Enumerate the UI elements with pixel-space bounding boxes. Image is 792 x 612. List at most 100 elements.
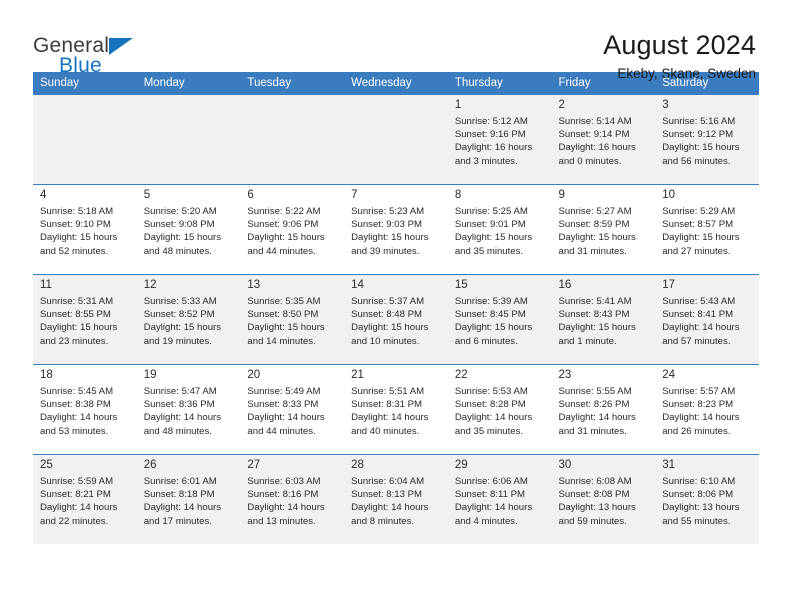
calendar-day-cell[interactable]: 17 Sunrise: 5:43 AM Sunset: 8:41 PM Dayligh… bbox=[655, 274, 759, 365]
sunset-time: Sunset: 8:43 PM bbox=[558, 309, 630, 321]
calendar-day-cell[interactable]: 19 Sunrise: 5:47 AM Sunset: 8:36 PM Dayligh… bbox=[136, 364, 241, 455]
calendar-day-cell[interactable]: 9 Sunrise: 5:27 AM Sunset: 8:59 PM Daylight… bbox=[551, 184, 656, 275]
calendar-day-cell[interactable]: 18 Sunrise: 5:45 AM Sunset: 8:38 PM Dayligh… bbox=[33, 364, 137, 455]
day-number: 25 bbox=[40, 459, 53, 471]
daylight-duration-line2: and 19 minutes. bbox=[143, 335, 212, 347]
daylight-duration-line2: and 6 minutes. bbox=[454, 335, 518, 347]
day-number: 28 bbox=[351, 459, 364, 471]
sunrise-time: Sunrise: 5:16 AM bbox=[662, 116, 736, 127]
sunrise-time: Sunrise: 5:31 AM bbox=[40, 296, 114, 307]
calendar-day-cell[interactable]: 15 Sunrise: 5:39 AM Sunset: 8:45 PM Dayligh… bbox=[447, 274, 552, 365]
sunset-time: Sunset: 9:10 PM bbox=[40, 219, 111, 231]
daylight-duration-line2: and 23 minutes. bbox=[40, 335, 109, 347]
day-details: Sunrise: 6:01 AM Sunset: 8:18 PM Daylight:… bbox=[144, 475, 235, 528]
calendar-day-cell[interactable]: 2 Sunrise: 5:14 AM Sunset: 9:14 PM Daylight… bbox=[551, 94, 656, 185]
calendar-day-cell[interactable]: 28 Sunrise: 6:04 AM Sunset: 8:13 PM Dayligh… bbox=[344, 454, 448, 544]
daylight-duration-line1: Daylight: 14 hours bbox=[454, 502, 533, 514]
sunset-time: Sunset: 8:57 PM bbox=[662, 219, 734, 231]
sunset-time: Sunset: 8:31 PM bbox=[351, 399, 423, 411]
daylight-duration-line1: Daylight: 14 hours bbox=[143, 502, 222, 514]
day-details: Sunrise: 5:16 AM Sunset: 9:12 PM Daylight:… bbox=[662, 115, 753, 168]
calendar-day-cell[interactable]: 11 Sunrise: 5:31 AM Sunset: 8:55 PM Dayligh… bbox=[33, 274, 137, 365]
calendar-cell-inner bbox=[33, 95, 137, 184]
title-block: August 2024 Ekeby, Skane, Sweden bbox=[603, 29, 759, 84]
daylight-duration-line1: Daylight: 16 hours bbox=[558, 142, 636, 154]
calendar-day-cell[interactable]: 1 Sunrise: 5:12 AM Sunset: 9:16 PM Daylight… bbox=[447, 94, 552, 185]
sunset-time: Sunset: 8:18 PM bbox=[143, 489, 215, 501]
calendar-day-cell[interactable]: 21 Sunrise: 5:51 AM Sunset: 8:31 PM Dayligh… bbox=[344, 364, 448, 455]
calendar-day-cell[interactable]: 30 Sunrise: 6:08 AM Sunset: 8:08 PM Dayligh… bbox=[551, 454, 656, 544]
calendar-day-cell[interactable]: 31 Sunrise: 6:10 AM Sunset: 8:06 PM Dayligh… bbox=[655, 454, 759, 544]
day-details: Sunrise: 5:57 AM Sunset: 8:23 PM Daylight:… bbox=[662, 385, 753, 438]
calendar-day-cell[interactable]: 8 Sunrise: 5:25 AM Sunset: 9:01 PM Daylight… bbox=[447, 184, 552, 275]
daylight-duration-line2: and 4 minutes. bbox=[454, 515, 518, 527]
calendar-day-cell[interactable]: 12 Sunrise: 5:33 AM Sunset: 8:52 PM Dayligh… bbox=[136, 274, 241, 365]
daylight-duration-line2: and 55 minutes. bbox=[662, 515, 731, 527]
daylight-duration-line2: and 10 minutes. bbox=[351, 335, 420, 347]
sunrise-time: Sunrise: 5:47 AM bbox=[143, 386, 217, 397]
calendar-day-cell[interactable]: 10 Sunrise: 5:29 AM Sunset: 8:57 PM Dayligh… bbox=[655, 184, 759, 275]
calendar-day-cell[interactable]: 24 Sunrise: 5:57 AM Sunset: 8:23 PM Dayligh… bbox=[655, 364, 759, 455]
daylight-duration-line1: Daylight: 14 hours bbox=[662, 412, 740, 424]
day-details: Sunrise: 5:18 AM Sunset: 9:10 PM Daylight:… bbox=[40, 205, 131, 258]
calendar-day-cell[interactable]: 20 Sunrise: 5:49 AM Sunset: 8:33 PM Dayligh… bbox=[240, 364, 345, 455]
daylight-duration-line1: Daylight: 14 hours bbox=[247, 502, 325, 514]
daylight-duration-line2: and 1 minute. bbox=[558, 335, 617, 347]
day-number: 20 bbox=[247, 369, 261, 381]
day-details: Sunrise: 5:45 AM Sunset: 8:38 PM Daylight:… bbox=[40, 385, 131, 438]
day-number: 16 bbox=[558, 279, 572, 291]
sunset-time: Sunset: 8:45 PM bbox=[454, 309, 526, 321]
daylight-duration-line1: Daylight: 15 hours bbox=[351, 322, 429, 334]
day-details: Sunrise: 5:43 AM Sunset: 8:41 PM Daylight:… bbox=[662, 295, 753, 348]
daylight-duration-line1: Daylight: 14 hours bbox=[662, 322, 740, 334]
sunset-time: Sunset: 9:01 PM bbox=[454, 219, 526, 231]
calendar-day-cell[interactable]: 22 Sunrise: 5:53 AM Sunset: 8:28 PM Dayligh… bbox=[447, 364, 552, 455]
daylight-duration-line1: Daylight: 15 hours bbox=[454, 322, 533, 334]
sunrise-time: Sunrise: 5:20 AM bbox=[143, 206, 217, 217]
calendar-cell-inner: 3 Sunrise: 5:16 AM Sunset: 9:12 PM Daylight… bbox=[655, 95, 759, 184]
daylight-duration-line1: Daylight: 14 hours bbox=[40, 502, 118, 514]
calendar-day-cell[interactable]: 25 Sunrise: 5:59 AM Sunset: 8:21 PM Dayligh… bbox=[33, 454, 137, 544]
calendar-day-cell[interactable]: 4 Sunrise: 5:18 AM Sunset: 9:10 PM Daylight… bbox=[33, 184, 137, 275]
daylight-duration-line2: and 59 minutes. bbox=[558, 515, 627, 527]
daylight-duration-line1: Daylight: 15 hours bbox=[454, 232, 533, 244]
day-details: Sunrise: 5:23 AM Sunset: 9:03 PM Daylight:… bbox=[351, 205, 442, 258]
daylight-duration-line1: Daylight: 15 hours bbox=[558, 322, 636, 334]
calendar-day-cell[interactable]: 23 Sunrise: 5:55 AM Sunset: 8:26 PM Dayligh… bbox=[551, 364, 656, 455]
calendar-cell-inner: 21 Sunrise: 5:51 AM Sunset: 8:31 PM Dayligh… bbox=[344, 365, 448, 454]
sunset-time: Sunset: 8:11 PM bbox=[454, 489, 526, 501]
calendar-cell-inner: 7 Sunrise: 5:23 AM Sunset: 9:03 PM Daylight… bbox=[344, 185, 448, 274]
daylight-duration-line2: and 27 minutes. bbox=[662, 245, 731, 257]
daylight-duration-line1: Daylight: 14 hours bbox=[40, 412, 118, 424]
calendar-day-cell[interactable]: 27 Sunrise: 6:03 AM Sunset: 8:16 PM Dayligh… bbox=[240, 454, 345, 544]
calendar-day-cell[interactable]: 6 Sunrise: 5:22 AM Sunset: 9:06 PM Daylight… bbox=[240, 184, 345, 275]
day-details: Sunrise: 6:06 AM Sunset: 8:11 PM Daylight:… bbox=[455, 475, 546, 528]
day-details: Sunrise: 6:03 AM Sunset: 8:16 PM Daylight:… bbox=[247, 475, 338, 528]
day-details: Sunrise: 5:51 AM Sunset: 8:31 PM Daylight:… bbox=[351, 385, 442, 438]
calendar-day-cell[interactable]: 7 Sunrise: 5:23 AM Sunset: 9:03 PM Daylight… bbox=[344, 184, 448, 275]
sunset-time: Sunset: 8:26 PM bbox=[558, 399, 630, 411]
calendar-day-cell[interactable]: 13 Sunrise: 5:35 AM Sunset: 8:50 PM Dayligh… bbox=[240, 274, 345, 365]
calendar-day-cell[interactable]: 26 Sunrise: 6:01 AM Sunset: 8:18 PM Dayligh… bbox=[136, 454, 241, 544]
sunrise-time: Sunrise: 5:27 AM bbox=[558, 206, 632, 217]
day-details: Sunrise: 5:47 AM Sunset: 8:36 PM Daylight:… bbox=[144, 385, 235, 438]
day-details: Sunrise: 5:20 AM Sunset: 9:08 PM Daylight:… bbox=[144, 205, 235, 258]
sunset-time: Sunset: 9:08 PM bbox=[143, 219, 215, 231]
sunset-time: Sunset: 8:13 PM bbox=[351, 489, 423, 501]
day-number: 31 bbox=[662, 459, 676, 471]
daylight-duration-line2: and 17 minutes. bbox=[143, 515, 212, 527]
sunset-time: Sunset: 9:03 PM bbox=[351, 219, 423, 231]
calendar-day-cell[interactable]: 14 Sunrise: 5:37 AM Sunset: 8:48 PM Dayligh… bbox=[344, 274, 448, 365]
daylight-duration-line2: and 48 minutes. bbox=[143, 245, 212, 257]
calendar-day-cell[interactable]: 3 Sunrise: 5:16 AM Sunset: 9:12 PM Daylight… bbox=[655, 94, 759, 185]
day-details: Sunrise: 5:27 AM Sunset: 8:59 PM Daylight:… bbox=[559, 205, 650, 258]
daylight-duration-line1: Daylight: 15 hours bbox=[662, 232, 740, 244]
calendar-day-cell[interactable]: 16 Sunrise: 5:41 AM Sunset: 8:43 PM Dayligh… bbox=[551, 274, 656, 365]
daylight-duration-line1: Daylight: 15 hours bbox=[143, 232, 222, 244]
calendar-cell-inner: 17 Sunrise: 5:43 AM Sunset: 8:41 PM Dayligh… bbox=[655, 275, 759, 364]
day-number: 22 bbox=[454, 369, 468, 381]
calendar-cell-inner: 15 Sunrise: 5:39 AM Sunset: 8:45 PM Dayligh… bbox=[448, 275, 552, 364]
calendar-day-cell[interactable]: 29 Sunrise: 6:06 AM Sunset: 8:11 PM Dayligh… bbox=[447, 454, 552, 544]
general-blue-logo[interactable]: General Blue bbox=[33, 29, 153, 76]
calendar-day-cell[interactable]: 5 Sunrise: 5:20 AM Sunset: 9:08 PM Daylight… bbox=[136, 184, 241, 275]
